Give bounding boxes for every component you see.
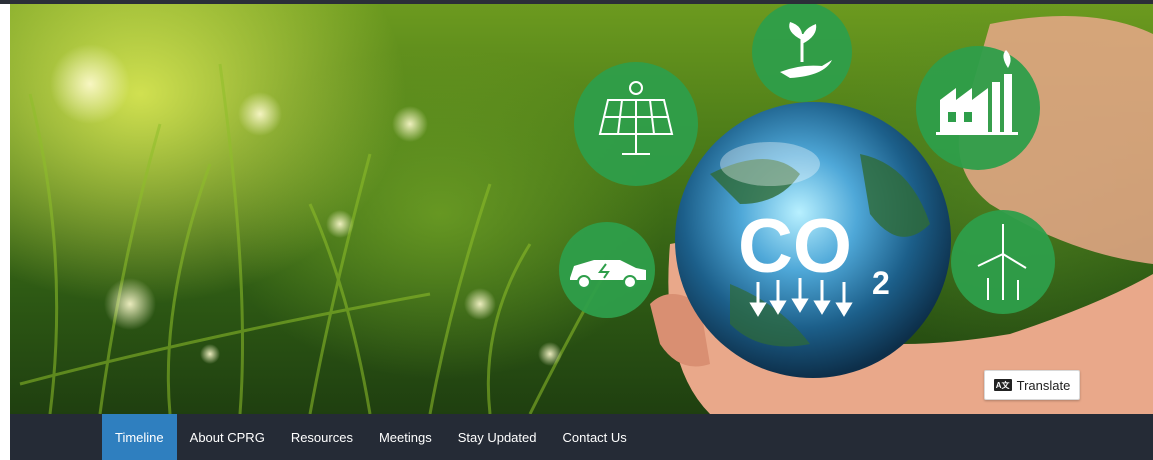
plant-in-hand-icon: [752, 4, 852, 102]
hero-banner: CO 2 A文 Translate: [10, 4, 1153, 414]
nav-item-resources[interactable]: Resources: [278, 414, 366, 460]
translate-icon: A文: [993, 379, 1012, 391]
svg-text:CO: CO: [738, 204, 852, 289]
nav-item-stay-updated[interactable]: Stay Updated: [445, 414, 550, 460]
hero-illustration: CO 2: [19, 4, 1153, 414]
translate-label: Translate: [1016, 377, 1071, 393]
svg-text:2: 2: [872, 265, 890, 301]
electric-car-icon: [559, 222, 655, 318]
nav-item-about-cprg[interactable]: About CPRG: [177, 414, 278, 460]
main-navigation: Timeline About CPRG Resources Meetings S…: [10, 414, 1153, 460]
nav-item-contact-us[interactable]: Contact Us: [549, 414, 639, 460]
nav-item-timeline[interactable]: Timeline: [102, 414, 177, 460]
nav-list: Timeline About CPRG Resources Meetings S…: [102, 414, 1153, 460]
wind-turbine-icon: [951, 210, 1055, 314]
translate-button[interactable]: A文 Translate: [984, 370, 1080, 400]
factory-icon: [916, 46, 1040, 170]
nav-item-meetings[interactable]: Meetings: [366, 414, 445, 460]
solar-panel-icon: [574, 62, 698, 186]
